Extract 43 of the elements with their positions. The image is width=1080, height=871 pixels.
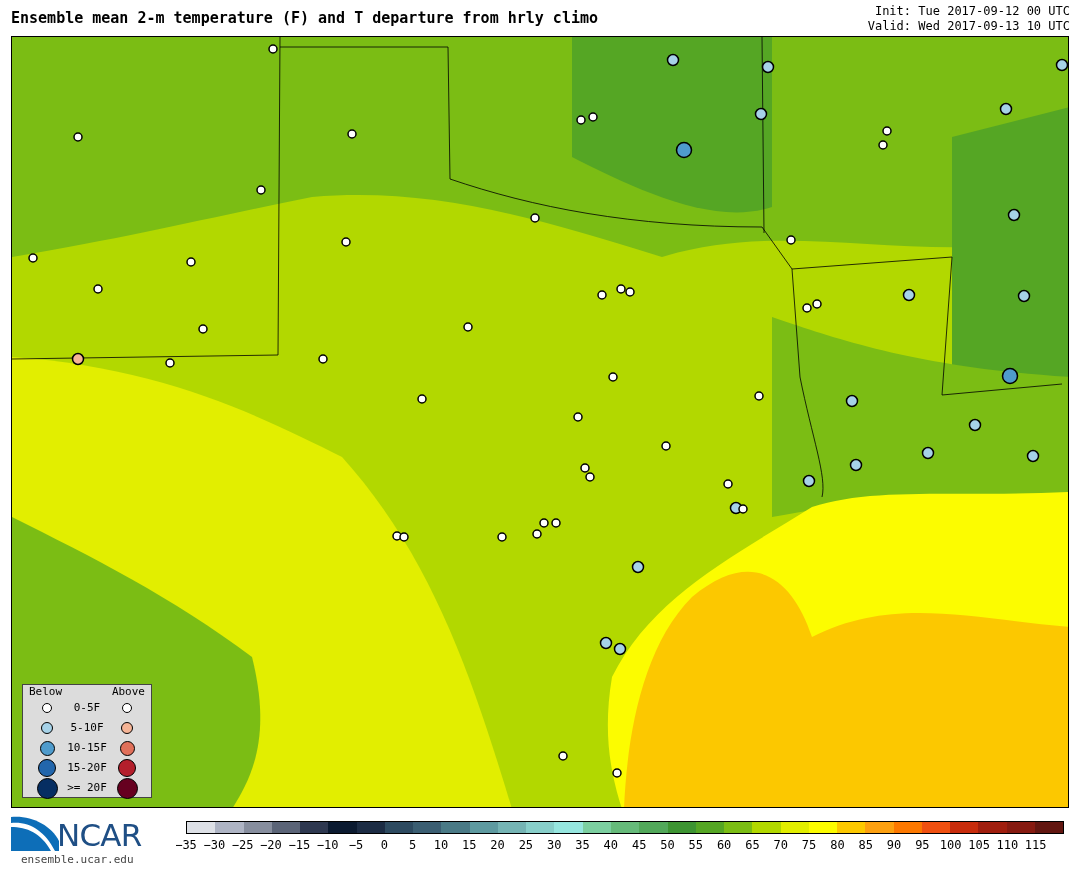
- chart-title: Ensemble mean 2-m temperature (F) and T departure from hrly climo: [11, 11, 598, 26]
- colorbar-label: 10: [433, 837, 449, 854]
- colorbar-label: 115: [1024, 837, 1047, 854]
- valid-time: Valid: Wed 2017-09-13 10 UTC: [867, 19, 1070, 34]
- colorbar-label: 20: [490, 837, 505, 854]
- colorbar-label: 80: [830, 837, 845, 854]
- init-time: Init: Tue 2017-09-12 00 UTC: [874, 4, 1070, 19]
- colorbar-label: 45: [631, 837, 647, 854]
- colorbar-label: −35: [175, 837, 197, 854]
- colorbar-label: 100: [939, 837, 962, 854]
- colorbar-label: 35: [575, 837, 590, 854]
- colorbar-label: 5: [408, 837, 417, 854]
- colorbar-label: 40: [603, 837, 619, 854]
- colorbar-label: 55: [688, 837, 703, 854]
- colorbar-label: 60: [716, 837, 732, 854]
- legend-label: >= 20F: [67, 780, 107, 797]
- ncar-logo: NCAR: [57, 820, 142, 851]
- colorbar-label: 85: [858, 837, 873, 854]
- colorbar-label: −15: [288, 837, 311, 854]
- colorbar-label: 25: [518, 837, 534, 854]
- legend-label: 15-20F: [67, 759, 107, 776]
- colorbar-label: 105: [968, 837, 990, 854]
- colorbar-label: −30: [203, 837, 226, 854]
- legend-label: 10-15F: [67, 739, 107, 756]
- legend-label: 5-10F: [70, 719, 104, 736]
- legend-heading: Below: [29, 686, 63, 698]
- colorbar-label: 50: [660, 837, 675, 854]
- colorbar-label: 30: [546, 837, 562, 854]
- colorbar-label: −20: [260, 837, 282, 854]
- colorbar-label: 0: [380, 837, 388, 854]
- colorbar-label: 15: [462, 837, 477, 854]
- colorbar-label: −10: [316, 837, 339, 854]
- colorbar-label: −25: [231, 837, 254, 854]
- legend-label: 0-5F: [73, 699, 101, 716]
- colorbar-label: 110: [996, 837, 1019, 854]
- colorbar-label: −5: [348, 837, 364, 854]
- colorbar-label: 75: [801, 837, 817, 854]
- colorbar-label: 65: [745, 837, 760, 854]
- colorbar-label: 95: [915, 837, 930, 854]
- legend-heading: Above: [111, 686, 145, 698]
- colorbar-label: 90: [886, 837, 902, 854]
- website-url: ensemble.ucar.edu: [21, 852, 135, 868]
- colorbar-label: 70: [773, 837, 788, 854]
